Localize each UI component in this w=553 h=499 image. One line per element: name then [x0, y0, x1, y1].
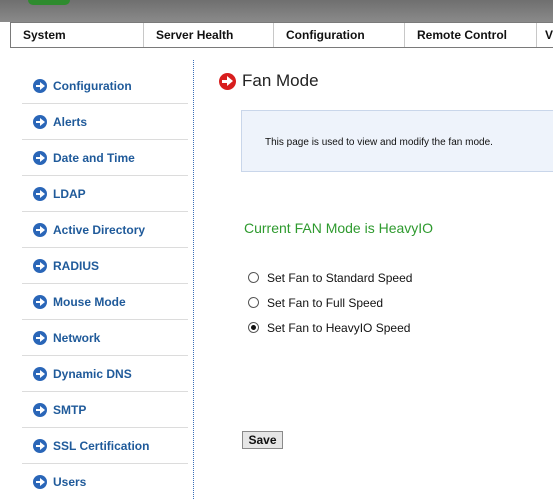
page-description: This page is used to view and modify the… [265, 137, 493, 148]
sidebar-item-label: SSL Certification [53, 438, 150, 453]
page-title: Fan Mode [219, 71, 319, 91]
fan-mode-options: Set Fan to Standard Speed Set Fan to Ful… [248, 265, 412, 340]
sidebar-item-label: Active Directory [53, 222, 146, 237]
sidebar: Configuration Alerts Date and Time LDAP … [22, 68, 188, 499]
nav-system[interactable]: System [11, 23, 144, 47]
fan-option-full[interactable]: Set Fan to Full Speed [248, 290, 412, 315]
sidebar-item-users[interactable]: Users [22, 464, 188, 499]
radio-standard-speed[interactable] [248, 272, 259, 283]
save-button[interactable]: Save [242, 431, 283, 449]
arrow-right-circle-icon [33, 294, 47, 309]
sidebar-item-label: SMTP [53, 402, 87, 417]
sidebar-item-label: Mouse Mode [53, 294, 126, 309]
nav-configuration[interactable]: Configuration [274, 23, 405, 47]
arrow-right-circle-icon [33, 78, 47, 93]
info-box: This page is used to view and modify the… [241, 110, 553, 172]
sidebar-item-date-and-time[interactable]: Date and Time [22, 140, 188, 176]
arrow-right-circle-icon [33, 222, 47, 237]
arrow-right-circle-icon [33, 474, 47, 489]
arrow-right-circle-icon [219, 72, 236, 90]
sidebar-item-label: Date and Time [53, 150, 135, 165]
logo [28, 0, 70, 5]
sidebar-item-configuration[interactable]: Configuration [22, 68, 188, 104]
sidebar-item-radius[interactable]: RADIUS [22, 248, 188, 284]
sidebar-divider [193, 60, 194, 499]
sidebar-item-label: Alerts [53, 114, 88, 129]
sidebar-item-smtp[interactable]: SMTP [22, 392, 188, 428]
arrow-right-circle-icon [33, 186, 47, 201]
main-nav: System Server Health Configuration Remot… [10, 22, 553, 48]
sidebar-item-alerts[interactable]: Alerts [22, 104, 188, 140]
arrow-right-circle-icon [33, 438, 47, 453]
nav-remote-control[interactable]: Remote Control [405, 23, 537, 47]
sidebar-item-label: RADIUS [53, 258, 100, 273]
sidebar-item-label: Configuration [53, 78, 132, 93]
sidebar-item-ssl-certification[interactable]: SSL Certification [22, 428, 188, 464]
radio-heavyio-speed[interactable] [248, 322, 259, 333]
sidebar-item-active-directory[interactable]: Active Directory [22, 212, 188, 248]
arrow-right-circle-icon [33, 402, 47, 417]
option-label: Set Fan to HeavyIO Speed [267, 320, 411, 335]
arrow-right-circle-icon [33, 258, 47, 273]
sidebar-item-dynamic-dns[interactable]: Dynamic DNS [22, 356, 188, 392]
arrow-right-circle-icon [33, 114, 47, 129]
sidebar-item-ldap[interactable]: LDAP [22, 176, 188, 212]
sidebar-item-label: Dynamic DNS [53, 366, 132, 381]
option-label: Set Fan to Standard Speed [267, 270, 413, 285]
current-fan-mode: Current FAN Mode is HeavyIO [244, 220, 434, 236]
arrow-right-circle-icon [33, 150, 47, 165]
page-title-text: Fan Mode [242, 71, 319, 90]
top-banner [0, 0, 553, 22]
nav-server-health[interactable]: Server Health [144, 23, 274, 47]
radio-full-speed[interactable] [248, 297, 259, 308]
sidebar-item-mouse-mode[interactable]: Mouse Mode [22, 284, 188, 320]
nav-virtual-media[interactable]: V [537, 23, 553, 47]
option-label: Set Fan to Full Speed [267, 295, 384, 310]
arrow-right-circle-icon [33, 366, 47, 381]
sidebar-item-label: Network [53, 330, 101, 345]
arrow-right-circle-icon [33, 330, 47, 345]
sidebar-item-label: Users [53, 474, 87, 489]
sidebar-item-network[interactable]: Network [22, 320, 188, 356]
fan-option-heavyio[interactable]: Set Fan to HeavyIO Speed [248, 315, 412, 340]
sidebar-item-label: LDAP [53, 186, 86, 201]
fan-option-standard[interactable]: Set Fan to Standard Speed [248, 265, 412, 290]
